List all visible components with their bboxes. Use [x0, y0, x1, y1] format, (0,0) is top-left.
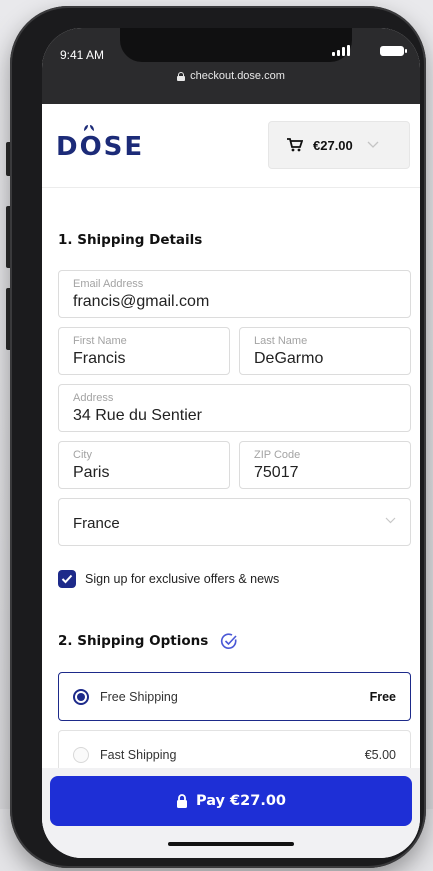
shipping-details-title: 1. Shipping Details: [58, 232, 203, 248]
shipping-option-name: Fast Shipping: [100, 747, 177, 762]
cart-summary-button[interactable]: €27.00: [268, 121, 410, 169]
url-text: checkout.dose.com: [190, 70, 285, 82]
lock-icon: [176, 794, 187, 808]
lock-icon: [177, 71, 186, 81]
shipping-option-price: €5.00: [364, 747, 396, 762]
checkmark-icon: [61, 574, 73, 584]
signal-icon: [332, 44, 350, 56]
dose-logo[interactable]: DOSE: [56, 125, 145, 162]
leaf-icon: [84, 125, 94, 131]
check-circle-icon: [221, 633, 237, 649]
newsletter-checkbox-row[interactable]: Sign up for exclusive offers & news: [58, 570, 279, 588]
first-name-value: Francis: [73, 350, 126, 367]
address-value: 34 Rue du Sentier: [73, 407, 202, 424]
chevron-down-icon: [385, 517, 396, 524]
country-value: France: [73, 515, 120, 532]
status-bar: 9:41 AM checkout.dose.com: [42, 28, 420, 104]
checkout-header: DOSE €27.00: [42, 104, 420, 188]
zip-field[interactable]: ZIP Code 75017: [239, 441, 411, 489]
zip-value: 75017: [254, 464, 299, 481]
radio-selected[interactable]: [73, 688, 89, 705]
last-name-field[interactable]: Last Name DeGarmo: [239, 327, 411, 375]
address-bar[interactable]: checkout.dose.com: [42, 70, 420, 82]
first-name-field[interactable]: First Name Francis: [58, 327, 230, 375]
zip-label: ZIP Code: [254, 449, 301, 461]
shipping-options-header: 2. Shipping Options: [58, 632, 238, 650]
status-time: 9:41 AM: [60, 48, 105, 62]
shipping-options-title: 2. Shipping Options: [58, 633, 209, 649]
first-name-label: First Name: [73, 335, 127, 347]
shipping-option-name: Free Shipping: [100, 689, 178, 704]
address-field[interactable]: Address 34 Rue du Sentier: [58, 384, 411, 432]
phone-screen: 9:41 AM checkout.dose.com DOSE €27.00 1.…: [42, 28, 420, 858]
city-label: City: [73, 449, 92, 461]
last-name-value: DeGarmo: [254, 350, 324, 367]
country-select[interactable]: France: [58, 498, 411, 546]
email-label: Email Address: [73, 278, 144, 290]
battery-icon: [380, 46, 407, 56]
address-label: Address: [73, 392, 114, 404]
chevron-down-icon: [367, 141, 379, 148]
home-indicator[interactable]: [168, 842, 294, 846]
shipping-option-free[interactable]: Free Shipping Free: [58, 672, 411, 721]
shipping-option-price: Free: [369, 689, 396, 704]
email-field[interactable]: Email Address francis@gmail.com: [58, 270, 411, 318]
phone-frame: 9:41 AM checkout.dose.com DOSE €27.00 1.…: [10, 6, 426, 868]
newsletter-checkbox[interactable]: [58, 570, 76, 588]
notch: [120, 28, 352, 62]
last-name-label: Last Name: [254, 335, 308, 347]
logo-text: DOSE: [56, 132, 145, 162]
email-value: francis@gmail.com: [73, 293, 210, 310]
pay-button[interactable]: Pay €27.00: [50, 776, 412, 826]
newsletter-label: Sign up for exclusive offers & news: [85, 572, 280, 586]
radio-unselected[interactable]: [73, 746, 89, 763]
city-value: Paris: [73, 464, 110, 481]
pay-button-label: Pay €27.00: [195, 793, 287, 809]
city-field[interactable]: City Paris: [58, 441, 230, 489]
cart-total: €27.00: [313, 137, 353, 153]
cart-icon: [287, 138, 303, 152]
